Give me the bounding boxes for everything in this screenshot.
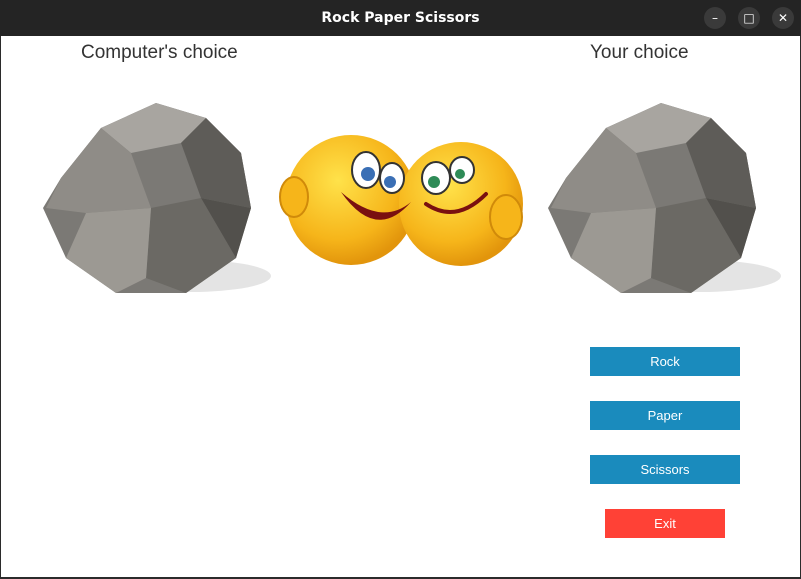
- computer-rock-image: [43, 103, 271, 293]
- app-window: Rock Paper Scissors – □ ✕ Computer's cho…: [0, 0, 801, 579]
- close-icon: ✕: [777, 11, 789, 25]
- computer-choice-label: Computer's choice: [81, 42, 238, 63]
- maximize-icon: □: [743, 11, 755, 25]
- game-area: Computer's choice Your choice Rock Paper…: [1, 36, 800, 577]
- minimize-button[interactable]: –: [704, 7, 726, 29]
- your-choice-label: Your choice: [590, 42, 689, 63]
- maximize-button[interactable]: □: [738, 7, 760, 29]
- close-button[interactable]: ✕: [772, 7, 794, 29]
- your-rock-image: [548, 103, 781, 293]
- minimize-icon: –: [712, 11, 718, 25]
- hugging-emoji-image: [279, 135, 523, 266]
- scissors-button[interactable]: Scissors: [590, 455, 740, 484]
- rock-button[interactable]: Rock: [590, 347, 740, 376]
- title-bar[interactable]: Rock Paper Scissors – □ ✕: [0, 0, 801, 36]
- exit-button[interactable]: Exit: [605, 509, 725, 538]
- window-title: Rock Paper Scissors: [321, 10, 480, 26]
- paper-button[interactable]: Paper: [590, 401, 740, 430]
